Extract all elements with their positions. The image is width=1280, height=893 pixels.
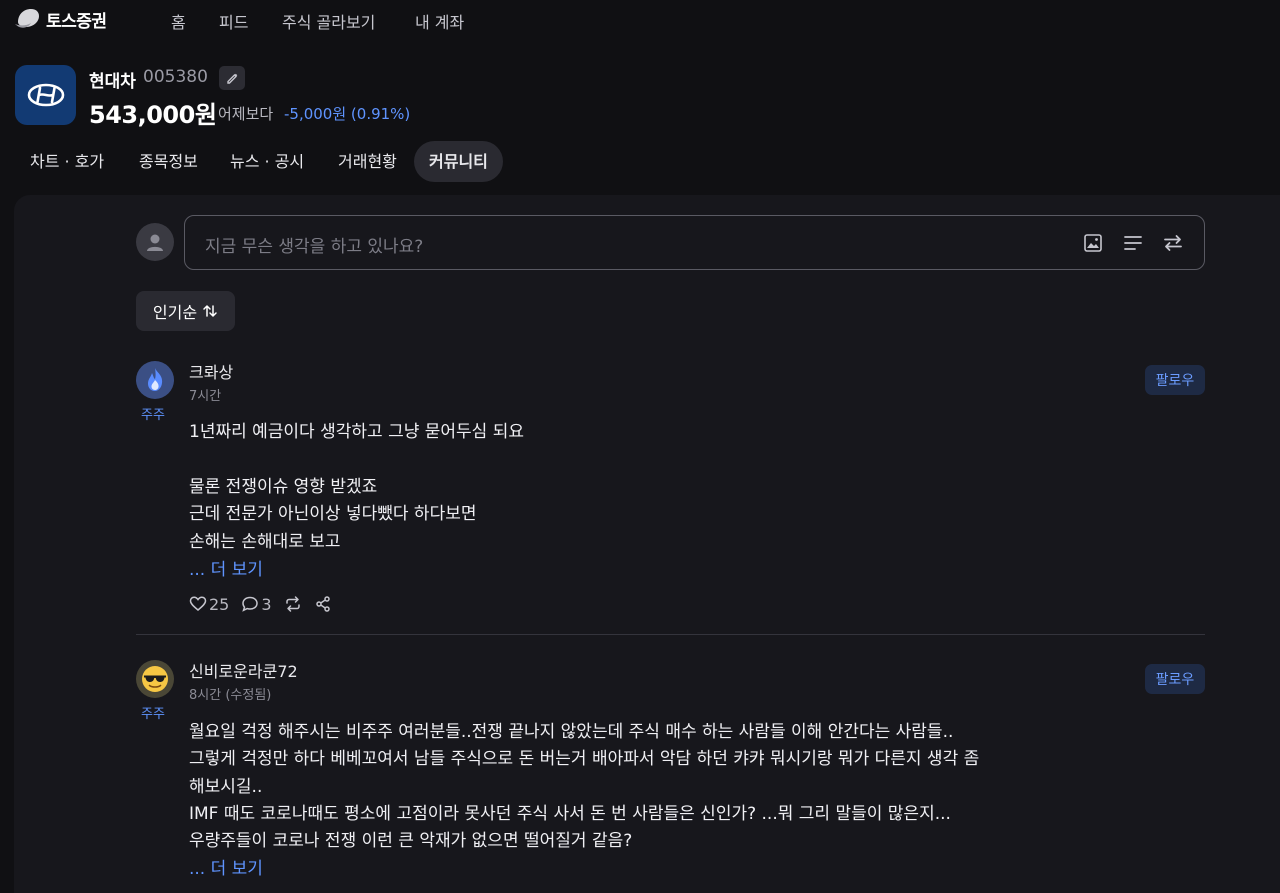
user-icon bbox=[147, 234, 163, 251]
edit-button[interactable] bbox=[219, 66, 245, 90]
top-navigation: 토스증권 홈 피드 주식 골라보기 내 계좌 bbox=[0, 0, 1280, 40]
post-actions: 25 3 bbox=[189, 593, 344, 615]
stock-price: 543,000원 bbox=[89, 101, 217, 129]
pencil-icon bbox=[227, 73, 238, 84]
hyundai-logo-icon bbox=[15, 65, 76, 125]
brand-name: 토스증권 bbox=[46, 11, 107, 32]
holder-badge: 주주 bbox=[141, 408, 165, 423]
like-count: 25 bbox=[209, 594, 230, 614]
repost-icon bbox=[285, 596, 300, 612]
read-more-link[interactable]: ... 더 보기 bbox=[189, 854, 263, 879]
post-text-line: 그렇게 걱정만 하다 베베꼬여서 남들 주식으로 돈 버는거 배아파서 악담 하… bbox=[189, 749, 980, 769]
follow-button[interactable]: 팔로우 bbox=[1145, 365, 1205, 395]
nav-stock-screener[interactable]: 주식 골라보기 bbox=[282, 9, 375, 33]
read-more-link[interactable]: ... 더 보기 bbox=[189, 555, 263, 580]
post-text-line: 1년짜리 예금이다 생각하고 그냥 묻어두심 되요 bbox=[189, 422, 524, 442]
post-text-line: 물론 전쟁이슈 영향 받겠죠 bbox=[189, 477, 378, 497]
compare-label: 어제보다 bbox=[218, 105, 274, 123]
like-button[interactable]: 25 bbox=[189, 595, 229, 614]
stock-code: 005380 bbox=[143, 67, 208, 87]
list-icon[interactable] bbox=[1122, 232, 1144, 254]
tab-news-disclosure[interactable]: 뉴스 · 공시 bbox=[215, 141, 319, 182]
sort-button[interactable]: 인기순 bbox=[136, 291, 235, 331]
tab-trading-status[interactable]: 거래현황 bbox=[323, 141, 412, 182]
comment-icon bbox=[242, 596, 259, 612]
post-text-line: 손해는 손해대로 보고 bbox=[189, 532, 341, 552]
my-avatar bbox=[136, 223, 174, 261]
nav-feed[interactable]: 피드 bbox=[219, 9, 248, 33]
compose-placeholder: 지금 무슨 생각을 하고 있나요? bbox=[205, 237, 424, 257]
post-text-line: 근데 전문가 아닌이상 넣다뺐다 하다보면 bbox=[189, 504, 477, 524]
repost-button[interactable] bbox=[284, 595, 302, 613]
post-compose-input[interactable]: 지금 무슨 생각을 하고 있나요? bbox=[184, 215, 1205, 270]
swap-icon[interactable] bbox=[1162, 232, 1184, 254]
post-text-line: 우량주들이 코로나 전쟁 이런 큰 악재가 없으면 떨어질거 같음? bbox=[189, 831, 633, 851]
image-icon[interactable] bbox=[1082, 232, 1104, 254]
toss-logo-icon bbox=[15, 9, 39, 28]
sunglasses-emoji-avatar[interactable] bbox=[136, 660, 174, 698]
comment-button[interactable]: 3 bbox=[241, 594, 272, 614]
post-time: 8시간 (수정됨) bbox=[189, 688, 272, 703]
sort-label: 인기순 bbox=[152, 303, 198, 322]
post-text-line: 월요일 걱정 해주시는 비주주 여러분들..전쟁 끝나지 않았는데 주식 매수 … bbox=[189, 722, 954, 742]
sunglasses-emoji-icon bbox=[142, 666, 168, 692]
comment-count: 3 bbox=[261, 594, 272, 614]
post-text-line: 해보시길.. bbox=[189, 777, 263, 797]
price-change: -5,000원 (0.91%) bbox=[284, 105, 411, 123]
nav-my-account[interactable]: 내 계좌 bbox=[415, 9, 464, 33]
share-button[interactable] bbox=[314, 595, 332, 613]
stock-name: 현대차 bbox=[89, 72, 136, 92]
toss-logo[interactable]: 토스증권 bbox=[14, 6, 107, 32]
tab-community[interactable]: 커뮤니티 bbox=[414, 141, 503, 182]
nav-home[interactable]: 홈 bbox=[171, 9, 186, 33]
post-author[interactable]: 신비로운라쿤72 bbox=[189, 658, 298, 682]
fire-icon bbox=[148, 368, 163, 391]
post-divider bbox=[136, 634, 1205, 635]
tab-chart-orderbook[interactable]: 차트 · 호가 bbox=[15, 141, 119, 182]
holder-badge: 주주 bbox=[141, 707, 165, 722]
tab-stock-info[interactable]: 종목정보 bbox=[124, 141, 213, 182]
post-author[interactable]: 크롸상 bbox=[189, 359, 233, 383]
post-text-line: IMF 때도 코로나때도 평소에 고점이라 못사던 주식 사서 돈 번 사람들은… bbox=[189, 804, 951, 824]
follow-button[interactable]: 팔로우 bbox=[1145, 664, 1205, 694]
share-icon bbox=[315, 596, 330, 612]
sort-arrows-icon bbox=[203, 305, 217, 317]
post-time: 7시간 bbox=[189, 389, 222, 404]
heart-icon bbox=[189, 596, 207, 611]
fire-avatar[interactable] bbox=[136, 361, 174, 399]
